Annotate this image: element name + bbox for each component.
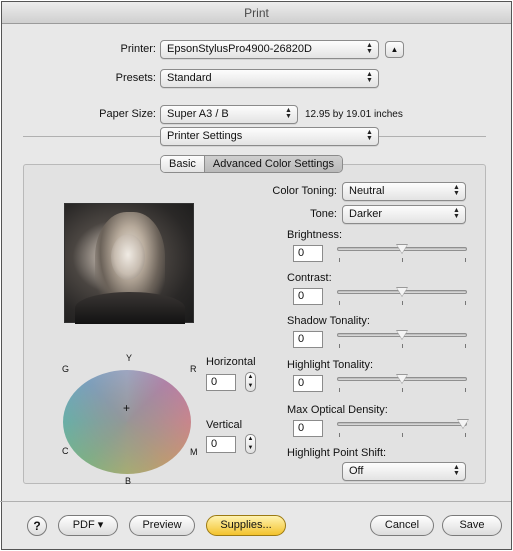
paper-dimensions: 12.95 by 19.01 inches — [305, 109, 403, 120]
window-title: Print — [2, 2, 511, 24]
updown-arrows-icon: ▲ ▼ — [366, 129, 373, 142]
supplies-button[interactable]: Supplies... — [206, 515, 286, 536]
slider-tick — [402, 344, 403, 348]
updown-arrows-icon: ▲ ▼ — [366, 42, 373, 55]
section-value: Printer Settings — [167, 130, 243, 142]
slider-tick — [465, 388, 466, 392]
max-optical-density-label: Max Optical Density: — [287, 404, 388, 416]
tone-label: Tone: — [310, 208, 337, 220]
slider-tick — [402, 433, 403, 437]
slider-tick — [339, 258, 340, 262]
slider-tick — [465, 258, 466, 262]
slider-tick — [339, 301, 340, 305]
slider-tick — [339, 344, 340, 348]
wheel-label-b: B — [125, 476, 132, 486]
tone-popup[interactable]: Darker ▲ ▼ — [342, 205, 466, 224]
vertical-field[interactable]: 0 — [206, 436, 236, 453]
horizontal-field[interactable]: 0 — [206, 374, 236, 391]
highlight-point-shift-label: Highlight Point Shift: — [287, 447, 387, 459]
highlight-point-shift-value: Off — [349, 465, 364, 477]
cancel-button[interactable]: Cancel — [370, 515, 434, 536]
color-wheel[interactable] — [63, 370, 191, 474]
vertical-stepper[interactable]: ▲ ▼ — [245, 434, 256, 454]
presets-value: Standard — [167, 72, 212, 84]
wheel-label-r: R — [190, 364, 197, 374]
contrast-slider[interactable] — [337, 286, 467, 305]
contrast-label: Contrast: — [287, 272, 332, 284]
brightness-field[interactable]: 0 — [293, 245, 323, 262]
updown-arrows-icon: ▲ ▼ — [453, 207, 460, 220]
printer-popup[interactable]: EpsonStylusPro4900-26820D ▲ ▼ — [160, 40, 379, 59]
max-optical-density-slider[interactable] — [337, 418, 469, 437]
highlight-tonality-slider[interactable] — [337, 373, 467, 392]
updown-arrows-icon: ▲ ▼ — [285, 107, 292, 120]
shadow-tonality-field[interactable]: 0 — [293, 331, 323, 348]
color-toning-value: Neutral — [349, 185, 385, 197]
slider-tick — [465, 433, 466, 437]
horizontal-stepper[interactable]: ▲ ▼ — [245, 372, 256, 392]
updown-arrows-icon: ▲ ▼ — [453, 464, 460, 477]
updown-arrows-icon: ▲ ▼ — [453, 184, 460, 197]
slider-thumb[interactable] — [396, 374, 408, 384]
save-button[interactable]: Save — [442, 515, 502, 536]
slider-tick — [402, 388, 403, 392]
printer-label: Printer: — [120, 43, 156, 55]
wheel-label-m: M — [190, 447, 198, 457]
tab-bar: Basic Advanced Color Settings — [160, 155, 343, 173]
tone-value: Darker — [349, 208, 383, 220]
tab-basic[interactable]: Basic — [161, 156, 204, 172]
presets-popup[interactable]: Standard ▲ ▼ — [160, 69, 379, 88]
crosshair-icon[interactable]: + — [123, 402, 130, 414]
pdf-button[interactable]: PDF ▾ — [58, 515, 118, 536]
paper-size-popup[interactable]: Super A3 / B ▲ ▼ — [160, 105, 298, 124]
printer-value: EpsonStylusPro4900-26820D — [167, 43, 312, 55]
wheel-label-y: Y — [126, 353, 133, 363]
vertical-label: Vertical — [206, 419, 243, 431]
color-toning-label: Color Toning: — [272, 185, 337, 197]
slider-tick — [402, 258, 403, 262]
max-optical-density-field[interactable]: 0 — [293, 420, 323, 437]
tab-advanced-color-settings[interactable]: Advanced Color Settings — [203, 156, 342, 172]
highlight-tonality-field[interactable]: 0 — [293, 375, 323, 392]
slider-track — [337, 422, 467, 426]
slider-thumb[interactable] — [457, 419, 469, 429]
slider-tick — [339, 388, 340, 392]
paper-size-label: Paper Size: — [99, 108, 156, 120]
contrast-field[interactable]: 0 — [293, 288, 323, 305]
slider-thumb[interactable] — [396, 287, 408, 297]
presets-label: Presets: — [115, 72, 156, 84]
slider-thumb[interactable] — [396, 330, 408, 340]
updown-arrows-icon: ▲ ▼ — [366, 71, 373, 84]
slider-tick — [339, 433, 340, 437]
shadow-tonality-slider[interactable] — [337, 329, 467, 348]
wheel-label-c: C — [62, 446, 69, 456]
slider-thumb[interactable] — [396, 244, 408, 254]
brightness-slider[interactable] — [337, 243, 467, 262]
highlight-point-shift-popup[interactable]: Off ▲ ▼ — [342, 462, 466, 481]
section-popup[interactable]: Printer Settings ▲ ▼ — [160, 127, 379, 146]
brightness-label: Brightness: — [287, 229, 343, 241]
help-button[interactable]: ? — [27, 516, 47, 536]
disclosure-triangle-icon[interactable]: ▲ — [385, 41, 404, 58]
footer-separator — [0, 501, 511, 502]
wheel-label-g: G — [62, 364, 70, 374]
paper-size-value: Super A3 / B — [167, 108, 229, 120]
slider-tick — [402, 301, 403, 305]
color-toning-popup[interactable]: Neutral ▲ ▼ — [342, 182, 466, 201]
highlight-tonality-label: Highlight Tonality: — [287, 359, 374, 371]
shadow-tonality-label: Shadow Tonality: — [287, 315, 370, 327]
slider-tick — [465, 344, 466, 348]
preview-image — [64, 203, 194, 324]
horizontal-label: Horizontal — [206, 356, 256, 368]
preview-button[interactable]: Preview — [129, 515, 195, 536]
slider-tick — [465, 301, 466, 305]
